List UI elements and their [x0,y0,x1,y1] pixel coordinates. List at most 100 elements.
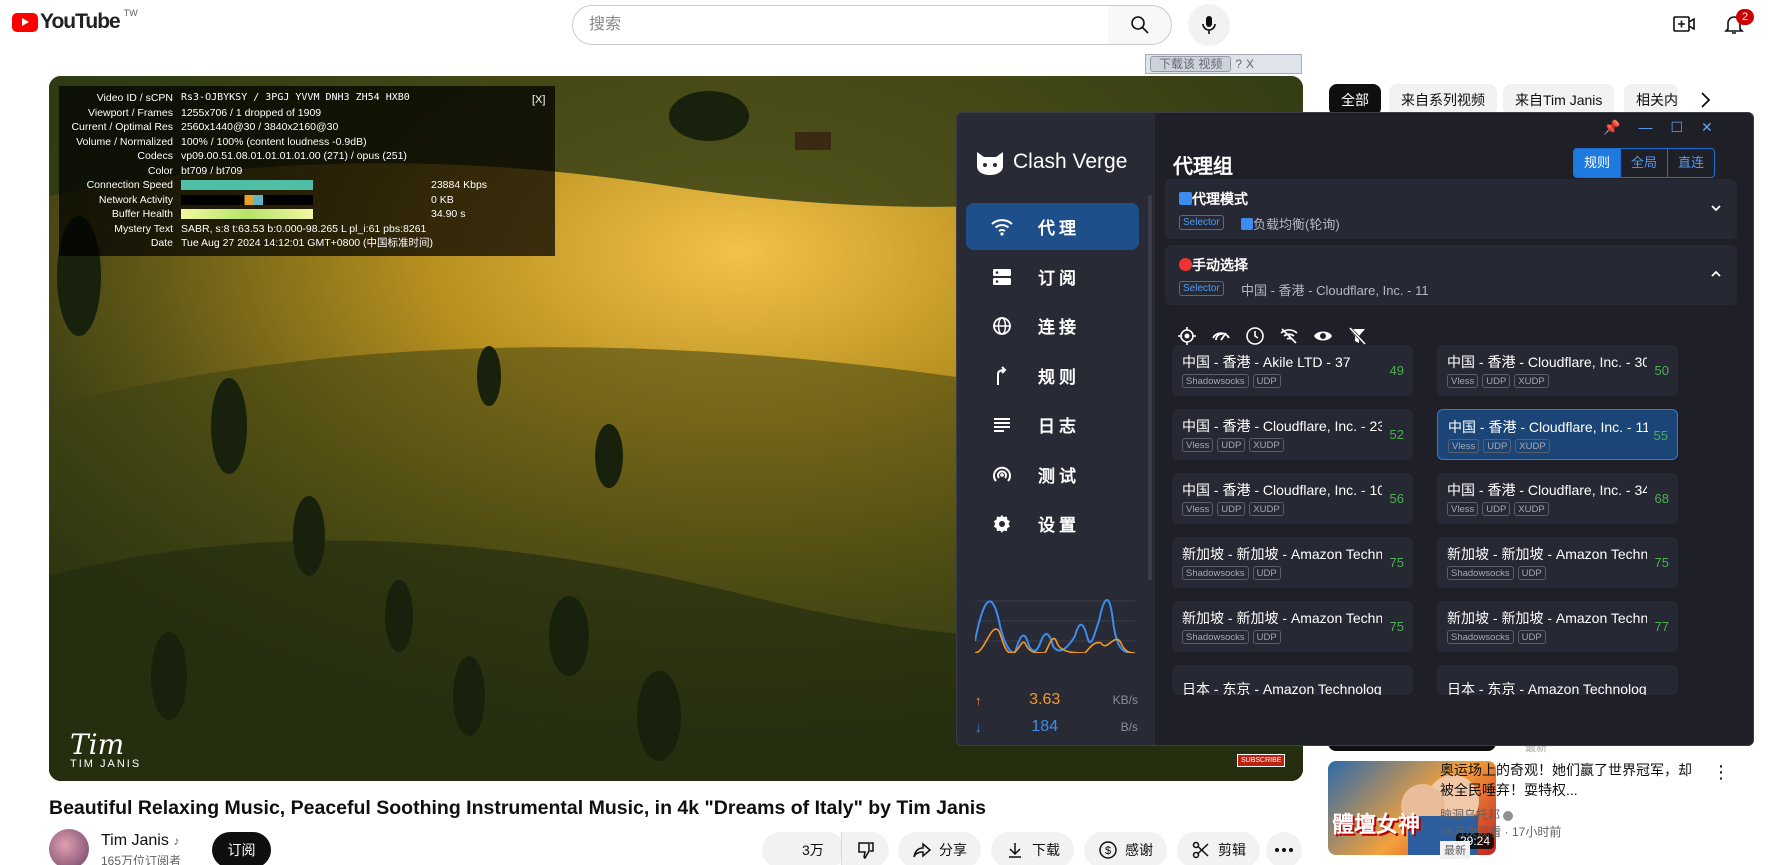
download-video-bar[interactable]: 下载该 视频 ? X [1145,54,1302,74]
proxy-node-selected[interactable]: 中国 - 香港 - Cloudflare, Inc. - 11 Vless UDP… [1437,409,1678,460]
search-input[interactable]: 搜索 [572,5,1109,45]
nav-logs[interactable]: 日志 [966,401,1139,448]
recommendation-meta: 28万次观看 · 17小时前 [1440,825,1562,839]
share-button[interactable]: 分享 [898,832,981,865]
page-title: 代理组 [1173,156,1233,178]
proxy-node[interactable]: 中国 - 香港 - Cloudflare, Inc. - 23 Vless UDP… [1172,409,1413,460]
radar-icon [993,466,1011,482]
proxy-node[interactable]: 中国 - 香港 - Cloudflare, Inc. - 34 Vless UDP… [1437,473,1678,524]
download-bar-close-icon[interactable]: X [1246,57,1254,71]
group-type-badge: Selector [1179,215,1224,230]
clash-verge-window[interactable]: Clash Verge 代理 订阅 连接 规则 日志 测试 设置 ↑ 3.63 … [956,112,1754,746]
subscribe-watermark-badge[interactable]: SUBSCRIBE [1237,754,1286,767]
sidebar-scrollbar[interactable] [1148,195,1152,580]
eye-icon[interactable] [1313,326,1333,346]
like-button[interactable]: 3万 [762,832,845,865]
download-button[interactable]: 下载 [991,832,1074,865]
stat-value: vp09.00.51.08.01.01.01.01.00 (271) / opu… [181,150,407,162]
proxy-node[interactable]: 新加坡 - 新加坡 - Amazon Techn... Shadowsocks U… [1437,601,1678,652]
nav-proxy[interactable]: 代理 [966,203,1139,250]
node-latency[interactable]: 68 [1655,491,1669,506]
node-latency[interactable]: 75 [1655,555,1669,570]
maximize-icon[interactable]: ☐ [1670,119,1683,136]
proxy-node[interactable]: 新加坡 - 新加坡 - Amazon Techn... Shadowsocks U… [1172,537,1413,588]
channel-name[interactable]: Tim Janis ♪ [101,832,179,850]
chips-next-button[interactable] [1698,91,1712,109]
nav-connections[interactable]: 连接 [966,302,1139,349]
mode-rule-button[interactable]: 规则 [1574,149,1621,177]
node-latency[interactable]: 77 [1655,619,1669,634]
node-latency[interactable]: 50 [1655,363,1669,378]
proxy-node[interactable]: 日本 - 东京 - Amazon Technolog... [1437,665,1678,695]
proxy-node[interactable]: 中国 - 香港 - Cloudflare, Inc. - 10 Vless UDP… [1172,473,1413,524]
stat-value: Tue Aug 27 2024 14:12:01 GMT+0800 (中国标准时… [181,237,434,249]
nav-label: 连接 [1038,318,1080,337]
node-latency[interactable]: 52 [1390,427,1404,442]
app-name: Clash Verge [1013,150,1128,173]
channel-name-text[interactable]: Tim Janis [101,832,169,849]
nav-settings[interactable]: 设置 [966,500,1139,547]
mode-direct-button[interactable]: 直连 [1667,149,1714,177]
node-latency[interactable]: 55 [1654,428,1668,443]
node-tag: Shadowsocks [1182,374,1249,388]
microphone-icon [1202,16,1216,34]
create-video-icon [1673,16,1695,32]
minimize-icon[interactable]: — [1638,119,1652,136]
recommendation-more-button[interactable]: ⋮ [1712,762,1730,783]
chevron-down-icon[interactable] [1709,201,1723,215]
node-latency[interactable]: 56 [1390,491,1404,506]
chevron-up-icon[interactable] [1709,267,1723,281]
clash-logo: Clash Verge [975,148,1127,176]
recommendation-channel-name[interactable]: 脑洞乌托邦 [1440,808,1500,822]
clip-button[interactable]: 剪辑 [1177,832,1260,865]
recommendation-title[interactable]: 奥运场上的奇观！她们赢了世界冠军，却被全民唾弃！耍特权... [1440,760,1702,800]
proxy-node[interactable]: 日本 - 东京 - Amazon Technolog... [1172,665,1413,695]
wifi-off-icon[interactable] [1279,326,1299,346]
dislike-button[interactable] [841,832,889,865]
nav-test[interactable]: 测试 [966,451,1139,498]
close-icon[interactable]: ✕ [1701,119,1713,136]
node-name: 中国 - 香港 - Cloudflare, Inc. - 30 [1447,354,1647,370]
stat-value[interactable]: Rs3-OJBYKSY / 3PGJ YVVM DNH3 ZH54 HXB0 [181,91,555,106]
proxy-group-manual[interactable]: 手动选择 Selector 中国 - 香港 - Cloudflare, Inc.… [1165,245,1737,305]
proxy-node[interactable]: 中国 - 香港 - Akile LTD - 37 Shadowsocks UDP … [1172,345,1413,396]
node-tag: UDP [1252,374,1281,388]
node-name: 中国 - 香港 - Cloudflare, Inc. - 23 [1182,418,1382,434]
stat-label: Mystery Text [114,222,173,235]
voice-search-button[interactable] [1188,4,1230,46]
locate-icon[interactable] [1177,326,1197,346]
proxy-node[interactable]: 中国 - 香港 - Cloudflare, Inc. - 30 Vless UDP… [1437,345,1678,396]
delay-check-icon[interactable] [1211,326,1231,346]
nav-rules[interactable]: 规则 [966,352,1139,399]
youtube-logo[interactable]: YouTube TW [12,8,138,34]
create-button[interactable] [1672,12,1696,36]
proxy-node[interactable]: 新加坡 - 新加坡 - Amazon Techn... Shadowsocks U… [1437,537,1678,588]
mode-global-button[interactable]: 全局 [1620,149,1667,177]
stat-label: Color [147,164,173,177]
thanks-button[interactable]: $ 感谢 [1084,832,1167,865]
group-name: 手动选择 [1192,257,1248,273]
stat-value: 34.90 s [431,208,466,220]
node-latency[interactable]: 75 [1390,555,1404,570]
pin-icon[interactable]: 📌 [1603,119,1620,136]
subscribe-button[interactable]: 订阅 [212,832,271,865]
notification-count-badge: 2 [1736,9,1754,25]
recommendation-channel[interactable]: 脑洞乌托邦 [1440,806,1514,823]
node-latency[interactable]: 75 [1390,619,1404,634]
filter-off-icon[interactable] [1347,326,1367,346]
stat-value: SABR, s:8 t:63.53 b:0.000-98.265 L pl_i:… [181,222,427,235]
download-video-label[interactable]: 下载该 视频 [1150,56,1232,72]
clock-icon[interactable] [1245,326,1265,346]
proxy-group-mode[interactable]: 代理模式 Selector 负载均衡(轮询) [1165,179,1737,239]
more-actions-button[interactable] [1266,832,1302,865]
nav-subscription[interactable]: 订阅 [966,253,1139,300]
proxy-node[interactable]: 新加坡 - 新加坡 - Amazon Techn... Shadowsocks U… [1172,601,1413,652]
list-icon [994,417,1010,432]
node-latency[interactable]: 49 [1390,363,1404,378]
channel-avatar[interactable] [49,829,89,865]
download-help-icon[interactable]: ? [1235,57,1242,71]
stats-close-button[interactable]: [X] [532,94,545,106]
traffic-graph [975,599,1135,653]
verified-icon [1503,810,1514,821]
search-button[interactable] [1108,5,1172,45]
